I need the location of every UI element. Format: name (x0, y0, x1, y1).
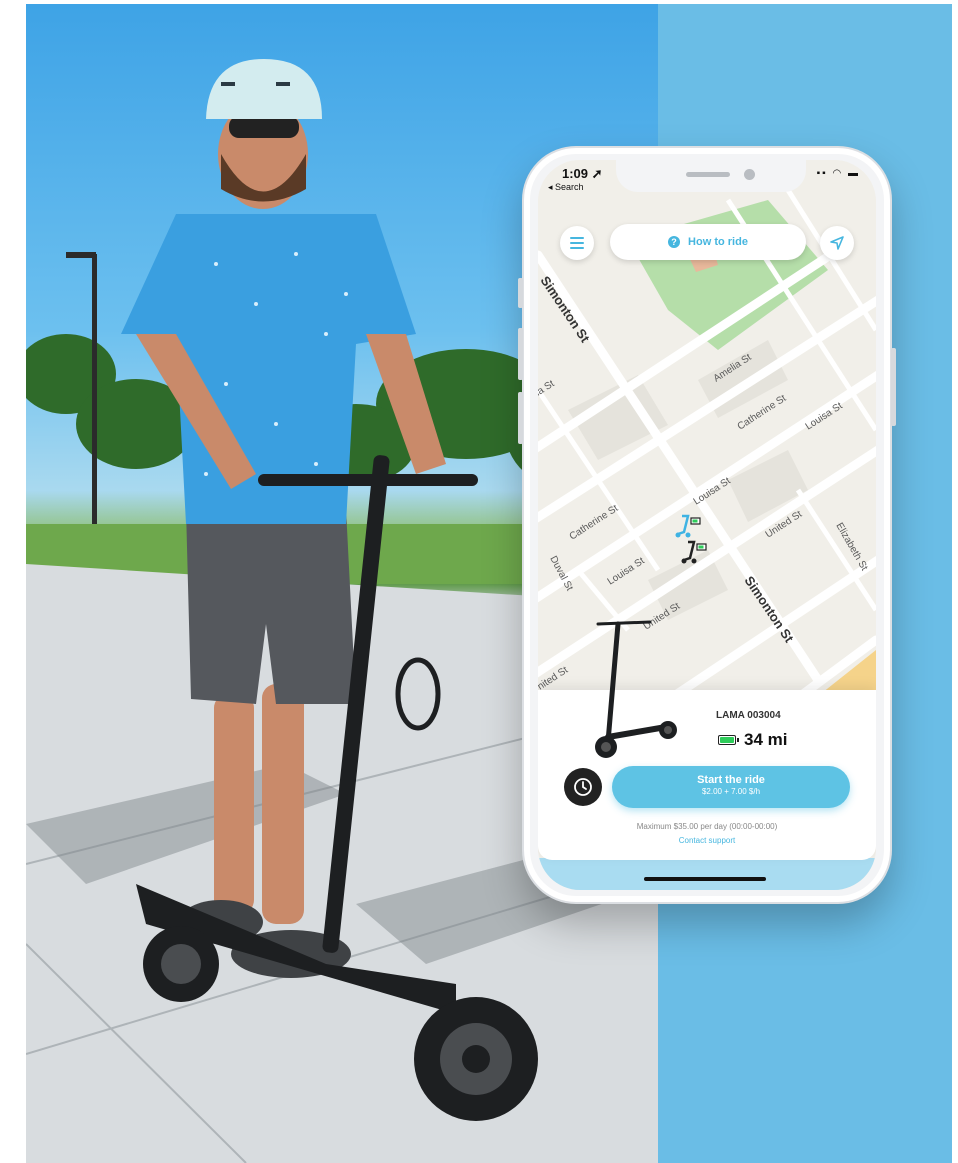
how-to-ride-label: How to ride (688, 236, 748, 248)
scooter-details-sheet: LAMA 003004 34 mi Start the ride $2.00 +… (538, 620, 876, 860)
daily-max-note: Maximum $35.00 per day (00:00-00:00) (636, 822, 778, 831)
start-ride-label: Start the ride (697, 774, 765, 786)
navigation-arrow-icon (830, 236, 844, 250)
start-ride-button[interactable]: Start the ride $2.00 + 7.00 $/h (612, 766, 850, 808)
battery-level-fill (720, 737, 734, 743)
scooter-image (595, 620, 677, 758)
screen-bottom-strip (538, 858, 876, 890)
menu-button[interactable] (560, 226, 594, 260)
how-to-ride-button[interactable]: ? How to ride (610, 224, 806, 260)
battery-icon (718, 735, 739, 745)
phone-mockup: 1:09 ➚ ◂ Search ▪▪ ◠ ▬ Simonton St Ameli… (518, 146, 896, 904)
status-signal-wifi-battery-icons: ▪▪ ◠ ▬ (816, 168, 860, 179)
hamburger-menu-icon (570, 237, 584, 249)
question-icon: ? (668, 236, 681, 248)
reserve-timer-button[interactable] (564, 768, 602, 806)
phone-volume-up-button (518, 328, 523, 380)
back-to-search-link[interactable]: ◂ Search (548, 182, 584, 193)
phone-volume-down-button (518, 392, 523, 444)
contact-support-link[interactable]: Contact support (538, 836, 876, 845)
status-time: 1:09 ➚ (562, 166, 603, 181)
phone-power-button (891, 348, 896, 426)
locate-me-button[interactable] (820, 226, 854, 260)
scooter-id: LAMA 003004 (716, 710, 781, 721)
range-value: 34 mi (744, 730, 788, 749)
phone-screen: 1:09 ➚ ◂ Search ▪▪ ◠ ▬ Simonton St Ameli… (538, 160, 876, 890)
home-indicator[interactable] (644, 877, 766, 881)
scooter-range: 34 mi (718, 730, 787, 750)
speaker-grille (686, 172, 730, 177)
clock-icon (574, 778, 592, 796)
front-camera (744, 169, 755, 180)
phone-side-button (518, 278, 523, 308)
ride-price: $2.00 + 7.00 $/h (701, 787, 761, 796)
notch (616, 160, 806, 192)
